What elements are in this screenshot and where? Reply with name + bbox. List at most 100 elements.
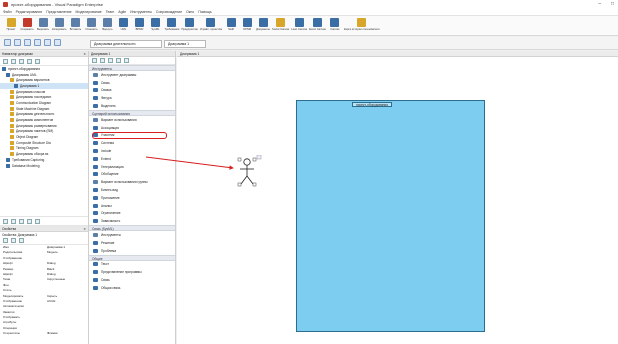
palette-item[interactable]: Общая связь (89, 284, 175, 292)
ribbon-button[interactable]: Social Canvas (272, 18, 289, 31)
property-row[interactable]: Стереотипы Флажки (0, 331, 88, 336)
maximize-button[interactable]: □ (611, 1, 614, 7)
grid-icon[interactable] (44, 39, 51, 46)
menu-item[interactable]: Помощь (198, 10, 212, 14)
palette-item[interactable]: Представление программы (89, 268, 175, 276)
ribbon-button[interactable]: Отменить (84, 18, 98, 31)
ribbon-button[interactable]: Документы (256, 18, 270, 31)
category-icon[interactable] (11, 238, 16, 243)
model-icon[interactable] (14, 39, 21, 46)
ribbon-button[interactable]: Копировать (52, 18, 66, 31)
palette-item[interactable]: Связь (89, 79, 175, 87)
pointer-icon[interactable] (92, 58, 97, 63)
palette-item[interactable]: Ассоциация (89, 124, 175, 132)
ribbon-button[interactable]: Предприятие (181, 18, 198, 31)
palette-item[interactable]: Связка (89, 87, 175, 95)
zoom-icon[interactable] (108, 58, 113, 63)
menu-item[interactable]: Agile (118, 10, 126, 14)
ribbon-button[interactable]: Event Canvas (309, 18, 326, 31)
tab-diagram-navigator[interactable]: Диаграмма деятельности (90, 40, 162, 48)
palette-item[interactable]: Проблема (89, 247, 175, 255)
palette-item[interactable]: Система (89, 139, 175, 147)
menu-item[interactable]: Редактирование (16, 10, 43, 14)
palette-item[interactable]: Extend (89, 155, 175, 163)
palette-item-icon (93, 219, 98, 224)
diagram-canvas[interactable]: Диаграмма 1 проект-оборудования (177, 51, 618, 344)
logical-icon[interactable] (34, 39, 41, 46)
panel-close-icon[interactable]: ✕ (83, 52, 86, 56)
palette-item[interactable]: Анализ (89, 202, 175, 210)
palette-item-actor[interactable]: Участник (92, 131, 167, 140)
ribbon-button[interactable]: Swift (224, 18, 238, 31)
pan-icon[interactable] (116, 58, 121, 63)
ribbon-button[interactable]: UML (116, 18, 130, 31)
palette-item[interactable]: Решение (89, 239, 175, 247)
palette-item[interactable]: Генерализация (89, 163, 175, 171)
refresh-icon[interactable] (27, 58, 32, 64)
window-title: проект-оборудования - Visual Paradigm En… (11, 2, 104, 7)
menu-item[interactable]: Инструменты (130, 10, 152, 14)
more-icon[interactable] (124, 58, 129, 63)
tree-node-icon (10, 106, 14, 111)
palette-item[interactable]: Выделить (89, 102, 175, 110)
class-repository-icon[interactable] (11, 218, 16, 224)
ribbon-label: Карта истории пользователя (343, 28, 380, 31)
palette-item[interactable]: Зависимость (89, 217, 175, 225)
properties-close-icon[interactable]: ✕ (83, 227, 86, 231)
ribbon-button[interactable]: Lean Canvas (291, 18, 307, 31)
palette-item[interactable]: Обобщение (89, 171, 175, 179)
ribbon-label: Event Canvas (309, 28, 326, 31)
model-explorer-icon[interactable] (3, 218, 8, 224)
palette-item[interactable]: Текст (89, 261, 175, 269)
ribbon-button[interactable]: Сохранить (20, 18, 34, 31)
ribbon-button[interactable]: Вернуть (100, 18, 114, 31)
minimize-button[interactable]: – (598, 1, 601, 7)
ribbon-button[interactable]: SysML (148, 18, 162, 31)
tab-active-diagram[interactable]: Диаграмма 1 (164, 40, 206, 48)
menu-item[interactable]: Team (106, 10, 115, 14)
menu-item[interactable]: Файл (3, 10, 12, 14)
collapse-icon[interactable] (11, 58, 16, 64)
ribbon-button[interactable]: Вырезать (36, 18, 50, 31)
diagram-frame[interactable]: проект-оборудования (296, 100, 485, 332)
palette-item[interactable]: Вариант использования группы (89, 178, 175, 186)
palette-item[interactable]: Вариант использования (89, 116, 175, 124)
palette-item[interactable]: Инструменты (89, 231, 175, 239)
ribbon-button[interactable]: Карта истории пользователя (344, 18, 380, 31)
palette-item[interactable]: Бизнес-вид (89, 186, 175, 194)
expand-icon[interactable] (3, 58, 8, 64)
palette-item[interactable]: Include (89, 147, 175, 155)
filter-icon[interactable] (19, 58, 24, 64)
palette-item[interactable]: Фигура (89, 94, 175, 102)
ribbon-button[interactable]: Управл. проектом (200, 18, 222, 31)
navigator-icon[interactable] (4, 39, 11, 46)
settings-icon[interactable] (35, 58, 40, 64)
details-icon[interactable] (19, 238, 24, 243)
lasso-icon[interactable] (100, 58, 105, 63)
diagram-navigator-icon[interactable] (19, 218, 24, 224)
menu-item[interactable]: Окно (186, 10, 194, 14)
logical-view-icon[interactable] (27, 218, 32, 224)
ribbon-button[interactable]: Canvas (328, 18, 342, 31)
sort-icon[interactable] (3, 238, 8, 243)
palette-item-icon (93, 88, 98, 93)
tree-node-icon (6, 72, 10, 77)
menu-item[interactable]: Представление (46, 10, 71, 14)
layers-icon[interactable] (54, 39, 61, 46)
palette-item[interactable]: Связь (89, 276, 175, 284)
ribbon-button[interactable]: Требования (164, 18, 179, 31)
ribbon-button[interactable]: OPNM (240, 18, 254, 31)
palette-item[interactable]: Ограничение (89, 210, 175, 218)
packages-icon[interactable] (35, 218, 40, 224)
ribbon-button[interactable]: Вставить (68, 18, 82, 31)
palette-item[interactable]: Приложение (89, 194, 175, 202)
ribbon-button[interactable]: Проект (4, 18, 18, 31)
palette-item-label: Проблема (101, 248, 117, 253)
actor-figure-icon[interactable] (235, 155, 265, 189)
palette-item[interactable]: Инструмент диаграммы (89, 71, 175, 79)
menu-item[interactable]: Моделирование (76, 10, 102, 14)
menu-item[interactable]: Сопровождение (156, 10, 182, 14)
tree-item[interactable]: Database Modeling (0, 163, 88, 169)
ribbon-button[interactable]: BPMN (132, 18, 146, 31)
class-icon[interactable] (24, 39, 31, 46)
